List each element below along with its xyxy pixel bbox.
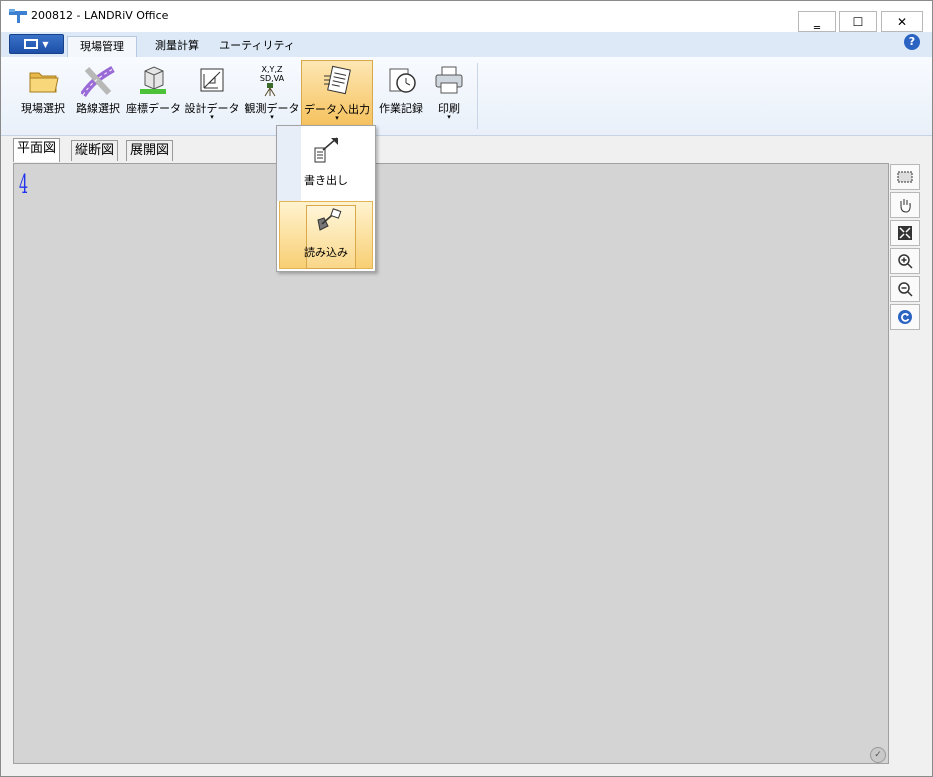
window-title: 200812 - LANDRiV Office bbox=[31, 9, 169, 22]
application-menu-button[interactable]: ▼ bbox=[9, 34, 64, 54]
data-io-menu: 書き出し 読み込み bbox=[276, 125, 376, 272]
refresh-button[interactable] bbox=[890, 304, 920, 330]
observation-icon-text-xyz: X,Y,Z bbox=[262, 65, 283, 74]
work-log-button[interactable]: 作業記録 bbox=[375, 60, 427, 126]
main-window: 200812 - LANDRiV Office ‗ ☐ ✕ ▼ 現場管理 測量計… bbox=[0, 0, 933, 777]
pan-button[interactable] bbox=[890, 192, 920, 218]
minimize-button[interactable]: ‗ bbox=[798, 11, 836, 32]
printer-icon bbox=[435, 66, 463, 94]
folder-icon bbox=[29, 72, 59, 93]
site-select-label: 現場選択 bbox=[21, 102, 65, 115]
refresh-icon bbox=[898, 310, 912, 324]
observation-data-button[interactable]: X,Y,Z SD,VA 観測データ ▾ bbox=[244, 60, 300, 126]
chevron-down-icon: ▾ bbox=[447, 113, 451, 121]
zoom-out-button[interactable] bbox=[890, 276, 920, 302]
select-rectangle-icon bbox=[897, 171, 913, 183]
maximize-icon: ☐ bbox=[852, 14, 864, 29]
app-menu-icon bbox=[24, 39, 39, 49]
route-select-label: 路線選択 bbox=[76, 102, 120, 115]
app-logo-icon bbox=[9, 9, 27, 23]
coordinate-data-label: 座標データ bbox=[126, 102, 181, 115]
road-icon bbox=[81, 65, 115, 97]
chevron-down-icon: ▾ bbox=[335, 114, 339, 122]
route-select-button[interactable]: 路線選択 bbox=[73, 60, 123, 126]
title-bar: 200812 - LANDRiV Office ‗ ☐ ✕ bbox=[1, 1, 932, 32]
export-label: 書き出し bbox=[304, 174, 348, 187]
tab-plan-view[interactable]: 平面図 bbox=[13, 138, 61, 162]
fit-extent-button[interactable] bbox=[890, 220, 920, 246]
import-menu-item[interactable]: 読み込み bbox=[279, 201, 373, 269]
pan-hand-icon bbox=[900, 199, 911, 213]
design-data-button[interactable]: 設計データ ▾ bbox=[184, 60, 240, 126]
print-button[interactable]: 印刷 ▾ bbox=[430, 60, 468, 126]
survey-instrument-icon: X,Y,Z SD,VA bbox=[260, 65, 285, 97]
tab-development-view[interactable]: 展開図 bbox=[126, 140, 174, 161]
data-io-button[interactable]: データ入出力 ▾ bbox=[301, 60, 373, 126]
view-toolbar bbox=[890, 164, 920, 334]
coordinate-marker: 4 bbox=[19, 170, 29, 200]
ribbon-tab-row: ▼ 現場管理 測量計算 ユーティリティ ? bbox=[1, 32, 932, 58]
zoom-out-icon bbox=[898, 282, 913, 297]
work-log-label: 作業記録 bbox=[379, 102, 423, 115]
chevron-down-icon: ▾ bbox=[210, 113, 214, 121]
zoom-in-icon bbox=[898, 254, 913, 269]
drawing-canvas[interactable]: 4 ✓ bbox=[13, 163, 889, 764]
close-icon: ✕ bbox=[896, 14, 908, 29]
maximize-button[interactable]: ☐ bbox=[839, 11, 877, 32]
chevron-down-icon: ▼ bbox=[42, 39, 49, 49]
status-check-icon: ✓ bbox=[870, 747, 886, 763]
select-rectangle-button[interactable] bbox=[890, 164, 920, 190]
stopwatch-icon bbox=[389, 68, 416, 93]
import-icon bbox=[317, 208, 342, 231]
zoom-in-button[interactable] bbox=[890, 248, 920, 274]
fit-extent-icon bbox=[898, 226, 912, 240]
chevron-down-icon: ▾ bbox=[270, 113, 274, 121]
drafting-icon bbox=[200, 68, 224, 92]
ribbon-panel: 現場選択 路線選択 座標データ 設計データ ▾ X,Y,Z SD,VA 観測デー… bbox=[1, 57, 932, 136]
observation-icon-text-sdva: SD,VA bbox=[260, 74, 285, 83]
tab-site-management[interactable]: 現場管理 bbox=[67, 36, 137, 57]
help-icon[interactable]: ? bbox=[904, 34, 920, 50]
export-icon bbox=[314, 137, 338, 163]
data-io-icon bbox=[324, 65, 351, 95]
close-button[interactable]: ✕ bbox=[881, 11, 923, 32]
view-tab-bar: 平面図 縦断図 展開図 bbox=[1, 136, 932, 162]
ribbon-group-separator bbox=[477, 63, 478, 129]
tab-profile-view[interactable]: 縦断図 bbox=[71, 140, 119, 161]
minimize-icon: ‗ bbox=[814, 14, 820, 29]
site-select-button[interactable]: 現場選択 bbox=[17, 60, 69, 126]
import-label: 読み込み bbox=[304, 246, 348, 259]
coordinate-data-button[interactable]: 座標データ bbox=[126, 60, 181, 126]
export-menu-item[interactable]: 書き出し bbox=[279, 130, 373, 198]
tab-utility[interactable]: ユーティリティ bbox=[219, 36, 295, 57]
tab-survey-calculation[interactable]: 測量計算 bbox=[145, 36, 209, 57]
cube-icon bbox=[140, 66, 166, 94]
